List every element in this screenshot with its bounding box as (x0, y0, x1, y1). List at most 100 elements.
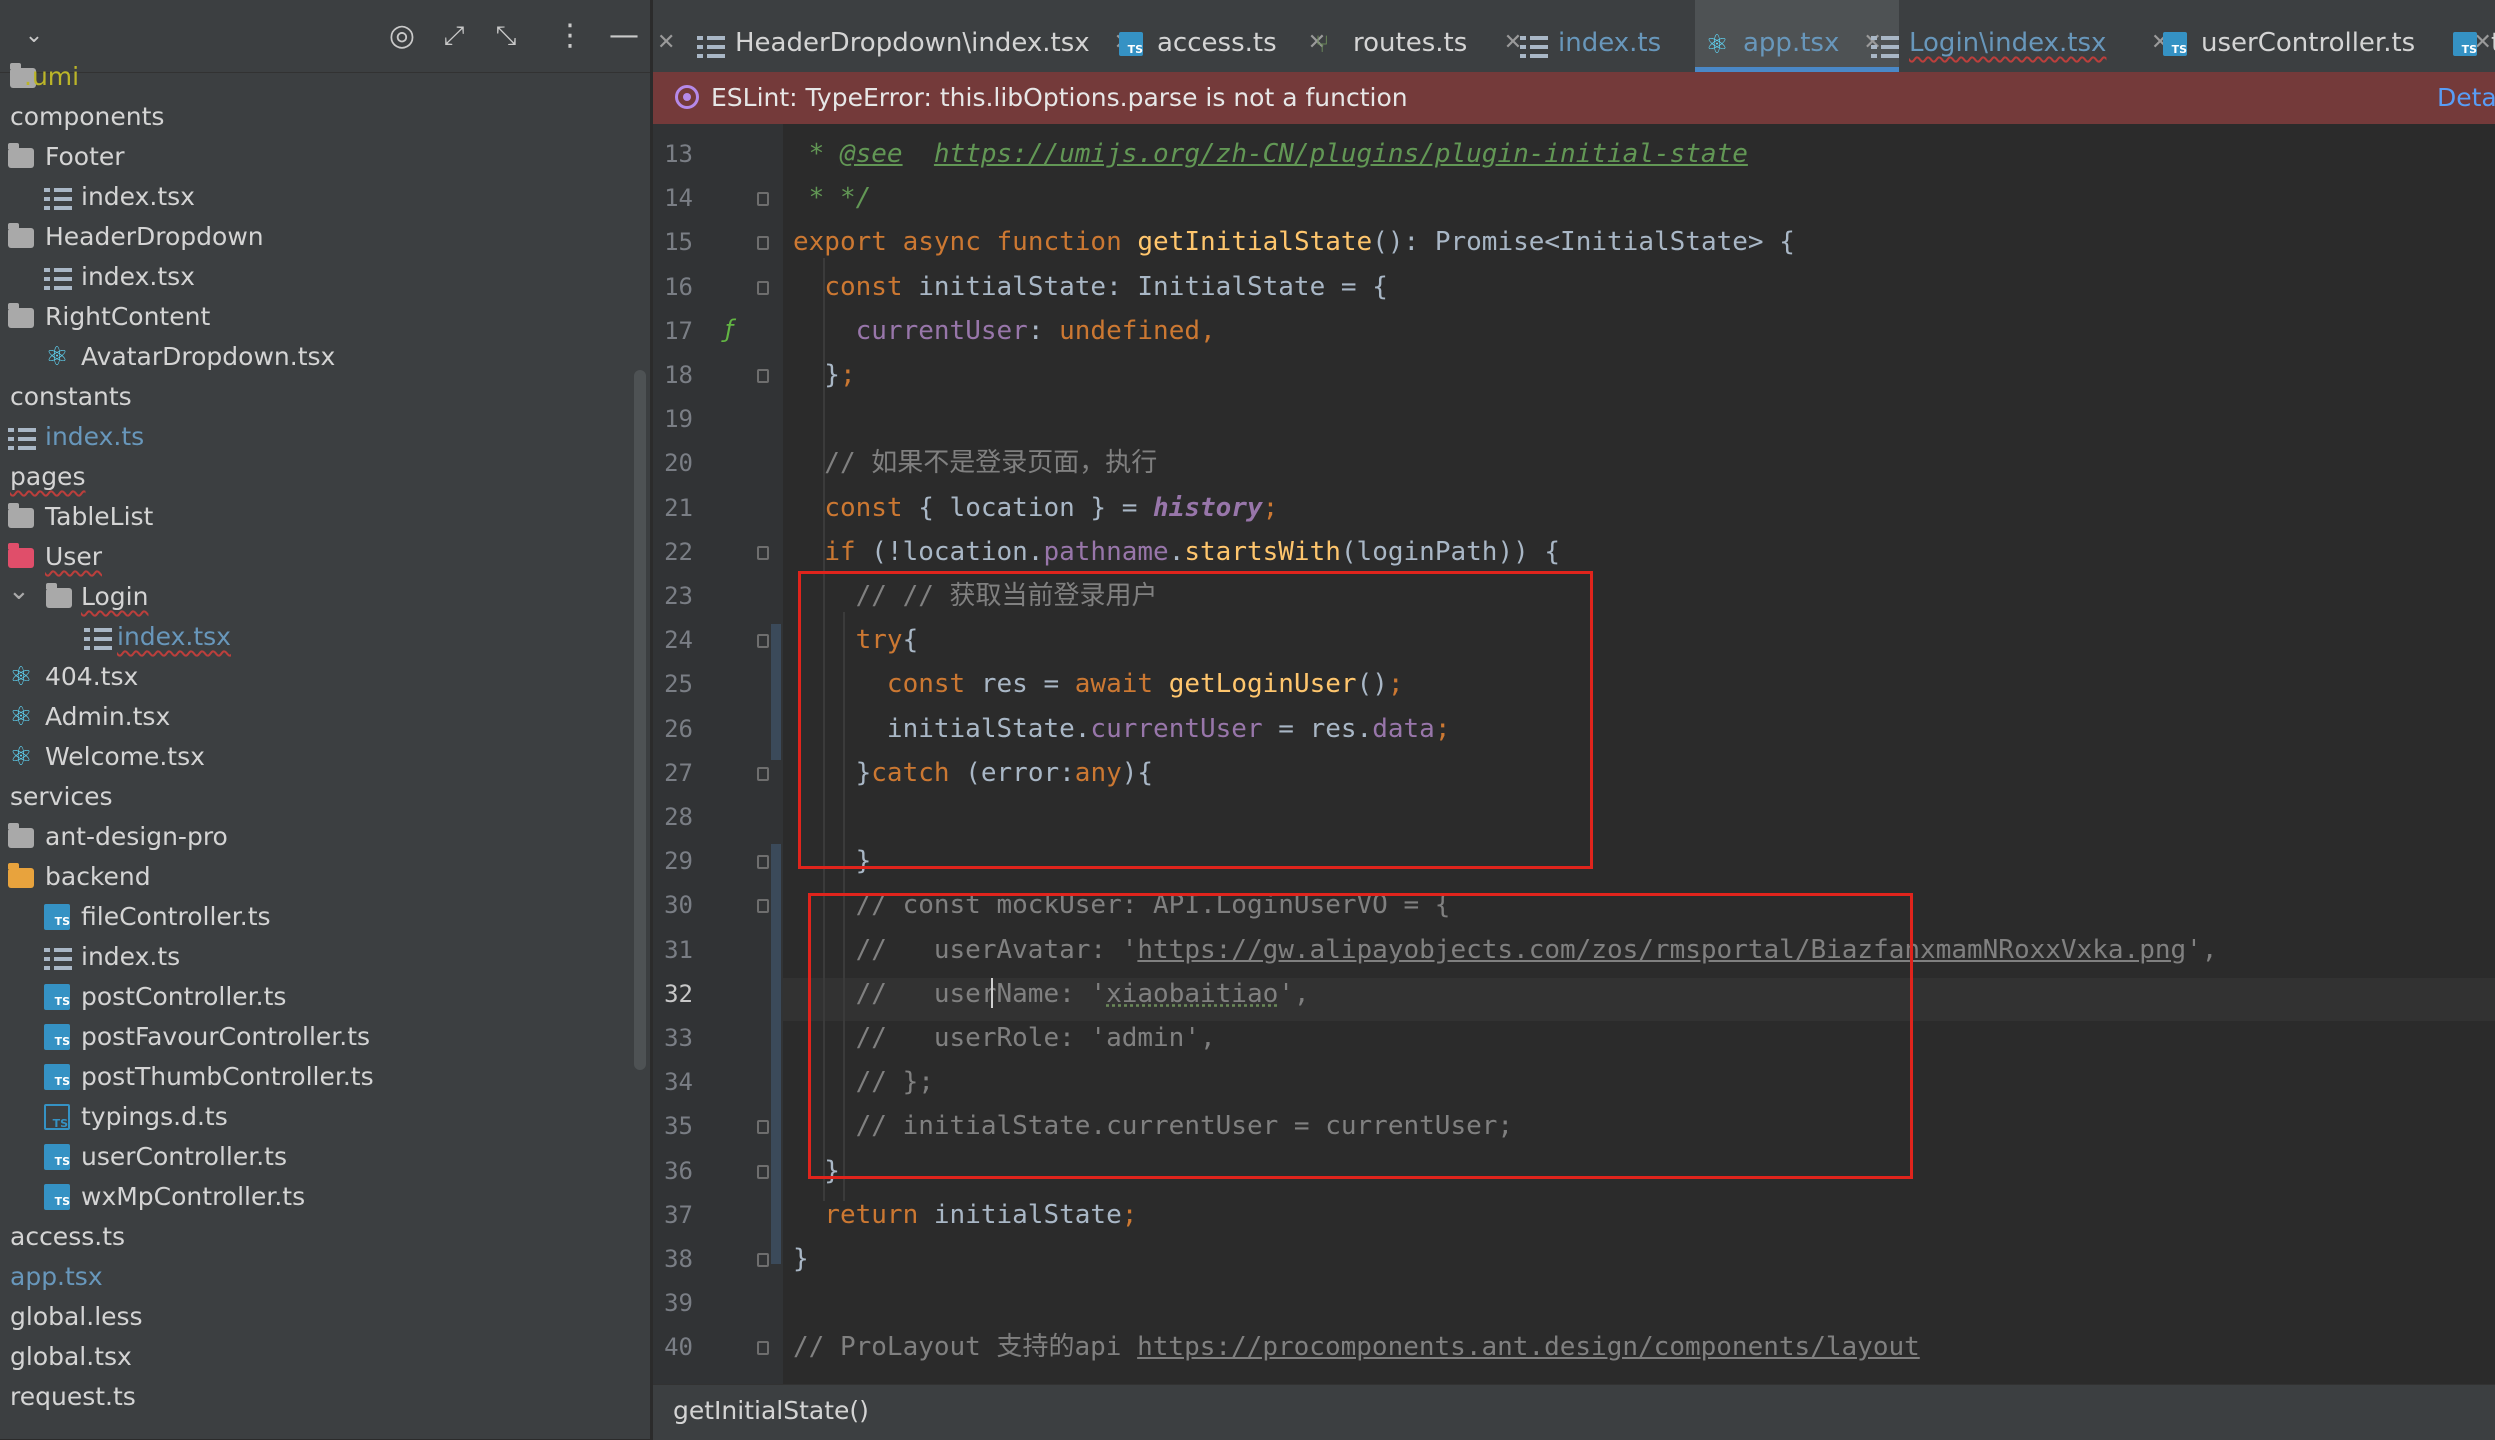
fold-marker-icon[interactable] (757, 1341, 769, 1356)
tree-item[interactable]: pages (0, 457, 630, 497)
tree-item[interactable]: TableList (0, 497, 630, 537)
hide-panel-icon[interactable]: — (604, 18, 644, 54)
project-panel: ⌄ ◎ ⤢ ⤡ ⋮ — .umi components Footer index.ts… (0, 0, 650, 1439)
react-file-icon: ⚛ (45, 342, 69, 372)
line-number: 27 (664, 758, 693, 787)
code-line[interactable]: * @see https://umijs.org/zh-CN/plugins/p… (793, 132, 1748, 176)
fold-marker-icon[interactable] (757, 236, 769, 251)
tree-item[interactable]: TS postFavourController.ts (0, 1017, 630, 1057)
tree-item[interactable]: HeaderDropdown (0, 217, 630, 257)
code-line[interactable]: // ProLayout 支持的api https://procomponent… (793, 1325, 1920, 1369)
more-options-icon[interactable]: ⋮ (550, 18, 590, 54)
breadcrumb-function[interactable]: getInitialState() (673, 1385, 869, 1437)
tree-item[interactable]: ⚛ 404.tsx (0, 657, 630, 697)
tree-item[interactable]: index.tsx (0, 617, 630, 657)
tree-item[interactable]: services (0, 777, 630, 817)
editor-tab-bar: HeaderDropdown\index.tsx✕TSaccess.ts✕⑂ro… (653, 0, 2495, 73)
tab-t[interactable]: TSt (2443, 0, 2495, 72)
code-line[interactable]: }; (793, 353, 855, 397)
project-scrollbar[interactable] (634, 370, 646, 1070)
tree-item[interactable]: ⚛ AvatarDropdown.tsx (0, 337, 630, 377)
eslint-details-link[interactable]: Detai (2437, 72, 2495, 124)
tree-item[interactable]: TS wxMpController.ts (0, 1177, 630, 1217)
tree-item[interactable]: ⚛ Admin.tsx (0, 697, 630, 737)
close-tab-icon[interactable]: ✕ (657, 0, 675, 72)
fold-marker-icon[interactable] (757, 280, 769, 295)
tree-item[interactable]: Footer (0, 137, 630, 177)
tree-item[interactable]: backend (0, 857, 630, 897)
line-number: 19 (664, 405, 693, 434)
chevron-down-icon[interactable]: ⌄ (14, 18, 54, 54)
code-line[interactable]: * */ (793, 176, 872, 220)
code-line[interactable]: } (793, 1237, 809, 1281)
line-number: 29 (664, 847, 693, 876)
code-line[interactable]: const initialState: InitialState = { (793, 265, 1388, 309)
code-line[interactable]: return initialState; (793, 1193, 1137, 1237)
tree-item[interactable]: app.tsx (0, 1257, 630, 1297)
tree-item[interactable]: RightContent (0, 297, 630, 337)
fold-marker-icon[interactable] (757, 634, 769, 649)
line-number: 14 (664, 184, 693, 213)
tree-item[interactable]: .umi (0, 57, 630, 97)
fold-marker-icon[interactable] (757, 1164, 769, 1179)
fold-marker-icon[interactable] (757, 899, 769, 914)
line-number: 39 (664, 1289, 693, 1318)
tree-item[interactable]: TS postController.ts (0, 977, 630, 1017)
tab-headerdropdown-index-tsx[interactable]: HeaderDropdown\index.tsx✕ (687, 0, 1150, 72)
fold-marker-icon[interactable] (757, 545, 769, 560)
breadcrumb[interactable]: getInitialState() (653, 1384, 2495, 1440)
tree-item[interactable]: constants (0, 377, 630, 417)
tree-item[interactable]: index.tsx (0, 177, 630, 217)
tree-item[interactable]: request.ts (0, 1377, 630, 1417)
tree-item[interactable]: ant-design-pro (0, 817, 630, 857)
tree-item[interactable]: access.ts (0, 1217, 630, 1257)
tree-item[interactable]: TS fileController.ts (0, 897, 630, 937)
line-number: 36 (664, 1156, 693, 1185)
fold-marker-icon[interactable] (757, 192, 769, 207)
eslint-message: ESLint: TypeError: this.libOptions.parse… (711, 83, 1408, 112)
collapse-all-icon[interactable]: ⤡ (486, 18, 526, 54)
expand-all-icon[interactable]: ⤢ (434, 18, 474, 54)
chevron-down-icon[interactable]: ⌄ (8, 571, 30, 611)
tab-login-index-tsx[interactable]: Login\index.tsx ✕ (1861, 0, 2187, 72)
locate-target-icon[interactable]: ◎ (382, 18, 422, 54)
tree-item-label: Login (81, 582, 149, 611)
line-number: 30 (664, 891, 693, 920)
tree-item[interactable]: User (0, 537, 630, 577)
tree-item[interactable]: components (0, 97, 630, 137)
code-line[interactable]: const { location } = history; (793, 486, 1278, 530)
fold-marker-icon[interactable] (757, 855, 769, 870)
fold-marker-icon[interactable] (757, 1253, 769, 1267)
annotation-box-mock-user (808, 893, 1913, 1179)
file-list-icon (84, 624, 112, 650)
code-line[interactable]: // 如果不是登录页面，执行 (793, 441, 1157, 485)
tree-item[interactable]: index.ts (0, 937, 630, 977)
annotation-box-try-block (798, 571, 1593, 869)
tree-item[interactable]: index.ts (0, 417, 630, 457)
tree-item[interactable]: index.tsx (0, 257, 630, 297)
tree-item[interactable]: TS postThumbController.ts (0, 1057, 630, 1097)
tree-item-label: Welcome.tsx (45, 742, 205, 771)
fold-marker-icon[interactable] (757, 1120, 769, 1135)
tree-item-label: userController.ts (81, 1142, 287, 1171)
tree-item[interactable]: global.less (0, 1297, 630, 1337)
code-line[interactable]: if (!location.pathname.startsWith(loginP… (793, 530, 1560, 574)
code-line[interactable]: currentUser: undefined, (793, 309, 1216, 353)
tree-item-label: global.tsx (10, 1342, 132, 1371)
fold-marker-icon[interactable] (757, 369, 769, 383)
tree-item[interactable]: ⚛ Welcome.tsx (0, 737, 630, 777)
folder-icon (8, 503, 34, 528)
implementation-gutter-icon[interactable]: ƒ (725, 315, 733, 343)
tree-item[interactable]: ⌄ Login (0, 576, 630, 617)
fold-marker-icon[interactable] (757, 766, 769, 781)
tree-item[interactable]: global.tsx (0, 1337, 630, 1377)
change-marker (771, 624, 781, 760)
line-number: 25 (664, 670, 693, 699)
tree-item[interactable]: TS typings.d.ts (0, 1097, 630, 1137)
tab-routes-ts[interactable]: ⑂ routes.ts ✕ (1305, 0, 1540, 72)
folder-icon (46, 583, 72, 608)
code-line[interactable]: export async function getInitialState():… (793, 220, 1795, 264)
line-number: 35 (664, 1112, 693, 1141)
tree-item[interactable]: TS userController.ts (0, 1137, 630, 1177)
folder-icon (8, 303, 34, 328)
